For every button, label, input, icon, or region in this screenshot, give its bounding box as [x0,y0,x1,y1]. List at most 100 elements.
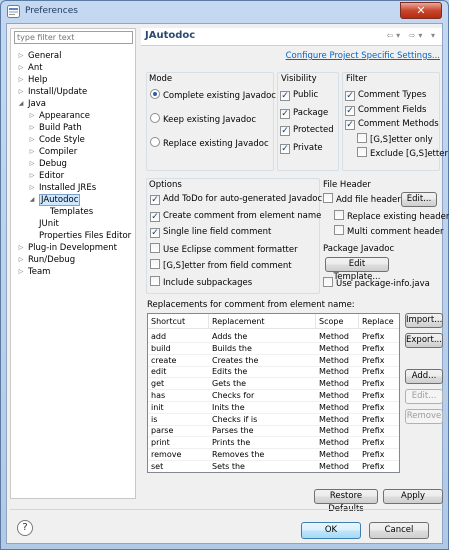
filter-checkbox--g-s-etter-only[interactable]: [G,S]etter only [357,132,433,146]
tree-item-code-style[interactable]: Code Style [39,134,85,146]
visibility-checkbox-package[interactable]: ✓ Package [280,107,328,120]
tree-item-java[interactable]: Java [28,98,46,110]
tree-item-editor[interactable]: Editor [39,170,64,182]
history-nav-icons[interactable]: ⇦▾ ⇨▾ ▾ [386,31,438,40]
visibility-group [277,72,339,171]
column-header-scope[interactable]: Scope [316,314,359,329]
page-header: JAutodoc ⇦▾ ⇨▾ ▾ [141,28,442,46]
collapsed-arrow-icon[interactable]: ▷ [28,134,36,146]
cancel-button[interactable]: Cancel [369,522,429,539]
checkbox-icon [357,147,367,157]
tree-item-label: Code Style [39,135,85,145]
column-header-replacement[interactable]: Replacement [209,314,316,329]
options-checkbox-use-eclipse-comment-formatter[interactable]: Use Eclipse comment formatter [150,242,298,256]
filter-checkbox-exclude-g-s-etter[interactable]: Exclude [G,S]etter [357,147,448,160]
edit-button[interactable]: Edit... [405,389,443,404]
column-header-shortcut[interactable]: Shortcut [148,314,209,329]
mode-radio-keep[interactable]: Keep existing Javadoc [150,113,256,126]
close-button[interactable]: ✕ [400,2,442,19]
filter-checkbox-comment-methods[interactable]: ✓ Comment Methods [345,118,439,131]
restore-defaults-button[interactable]: Restore Defaults [314,489,378,514]
collapsed-arrow-icon[interactable]: ▷ [28,182,36,194]
tree-item-debug[interactable]: Debug [39,158,67,170]
collapsed-arrow-icon[interactable]: ▷ [17,86,25,98]
table-cell: Gets the [212,379,247,389]
export-button[interactable]: Export... [405,333,443,348]
options-checkbox--g-s-etter-from-field-comment[interactable]: [G,S]etter from field comment [150,259,292,272]
configure-project-settings-link[interactable]: Configure Project Specific Settings... [286,51,440,61]
tree-item-plug-in-development[interactable]: Plug-in Development [28,242,117,254]
options-checkbox-add-todo-for-auto-generated-javadoc[interactable]: ✓ Add ToDo for auto-generated Javadoc [150,193,322,206]
table-cell: get [151,379,165,389]
table-cell: Builds the [212,343,252,353]
filter-input[interactable] [14,31,133,44]
options-checkbox-single-line-field-comment[interactable]: ✓ Single line field comment [150,226,271,239]
add-button[interactable]: Add... [405,369,443,384]
collapsed-arrow-icon[interactable]: ▷ [17,266,25,278]
filter-checkbox-comment-fields[interactable]: ✓ Comment Fields [345,104,426,117]
preference-tree-pane: General▷Ant▷Help▷Install/Update▷Java◢App… [10,28,136,499]
tree-item-label: Team [28,267,51,277]
collapsed-arrow-icon[interactable]: ▷ [17,50,25,62]
checkbox-icon [150,259,160,269]
replace-existing-header-checkbox[interactable]: Replace existing header [334,210,449,223]
table-cell: Prints the [212,438,251,448]
column-header-replace[interactable]: Replace [359,314,399,329]
collapsed-arrow-icon[interactable]: ▷ [28,110,36,122]
tree-item-team[interactable]: Team [28,266,50,278]
tree-item-templates[interactable]: Templates [50,206,93,218]
replacements-table[interactable]: Shortcut Replacement Scope Replace add Adds … [147,313,400,473]
tree-item-ant[interactable]: Ant [28,62,43,74]
tree-item-jautodoc[interactable]: JAutodoc [39,194,81,206]
collapsed-arrow-icon[interactable]: ▷ [17,242,25,254]
footer-divider [10,509,441,510]
file-header-edit-button[interactable]: Edit... [401,192,437,207]
filter-checkbox-comment-types[interactable]: ✓ Comment Types [345,89,426,102]
checkbox-label: Use package-info.java [336,279,430,289]
collapsed-arrow-icon[interactable]: ▷ [28,158,36,170]
collapsed-arrow-icon[interactable]: ▷ [17,254,25,266]
collapsed-arrow-icon[interactable]: ▷ [28,170,36,182]
tree-item-properties-files-editor[interactable]: Properties Files Editor [39,230,131,242]
options-checkbox-include-subpackages[interactable]: Include subpackages [150,275,252,289]
table-cell: Method [319,414,350,424]
ok-button[interactable]: OK [301,522,361,539]
options-checkbox-create-comment-from-element-name[interactable]: ✓ Create comment from element name [150,210,321,223]
title-bar[interactable]: Preferences ✕ [1,1,448,23]
tree-item-build-path[interactable]: Build Path [39,122,82,134]
visibility-checkbox-protected[interactable]: ✓ Protected [280,124,334,137]
collapsed-arrow-icon[interactable]: ▷ [28,146,36,158]
use-package-info-checkbox[interactable]: Use package-info.java [323,277,430,290]
collapsed-arrow-icon[interactable]: ▷ [17,62,25,74]
table-cell: Prefix [362,367,385,377]
tree-item-junit[interactable]: JUnit [39,218,59,230]
multi-comment-header-checkbox[interactable]: Multi comment header [334,225,444,238]
tree-item-installed-jres[interactable]: Installed JREs [39,182,96,194]
mode-radio-replace[interactable]: Replace existing Javadoc [150,137,269,150]
tree-item-run-debug[interactable]: Run/Debug [28,254,75,266]
edit-template-button[interactable]: Edit Template... [325,257,389,282]
checkbox-checked-icon: ✓ [280,143,290,154]
help-icon[interactable]: ? [17,520,33,536]
import-button[interactable]: Import... [405,313,443,328]
collapsed-arrow-icon[interactable]: ▷ [17,74,25,86]
remove-button[interactable]: Remove [405,409,443,424]
add-file-header-checkbox[interactable]: Add file header [323,193,401,206]
table-cell: Prefix [362,438,385,448]
checkbox-icon [150,242,160,253]
expanded-arrow-icon[interactable]: ◢ [17,98,25,110]
tree-item-general[interactable]: General [28,50,62,62]
visibility-checkbox-public[interactable]: ✓ Public [280,89,318,102]
tree-item-appearance[interactable]: Appearance [39,110,90,122]
visibility-group-label: Visibility [281,74,317,84]
mode-radio-complete[interactable]: Complete existing Javadoc [150,89,276,102]
tree-item-install-update[interactable]: Install/Update [28,86,87,98]
visibility-checkbox-private[interactable]: ✓ Private [280,142,323,155]
collapsed-arrow-icon[interactable]: ▷ [28,122,36,134]
tree-item-compiler[interactable]: Compiler [39,146,77,158]
apply-button[interactable]: Apply [383,489,443,504]
checkbox-checked-icon: ✓ [345,105,355,116]
checkbox-label: Add ToDo for auto-generated Javadoc [163,194,323,204]
tree-item-help[interactable]: Help [28,74,47,86]
expanded-arrow-icon[interactable]: ◢ [28,194,36,206]
